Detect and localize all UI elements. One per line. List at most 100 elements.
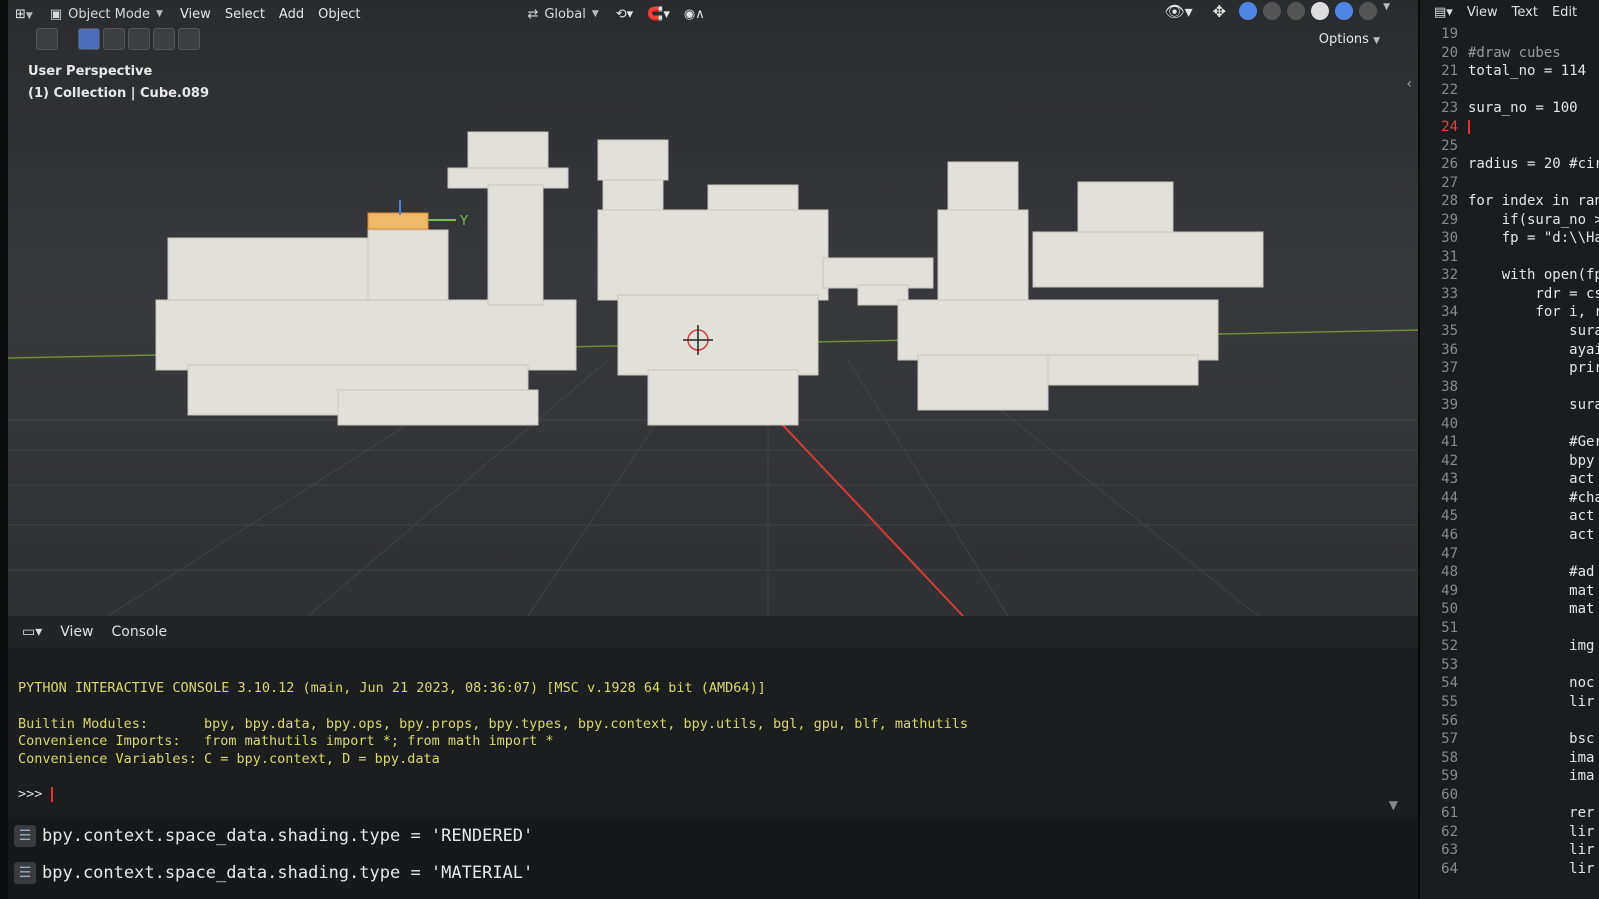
console-editor-type-icon[interactable]: ▭▾ <box>22 624 42 640</box>
code-line[interactable]: 61 rer <box>1420 804 1599 823</box>
solid-shading-icon[interactable] <box>1311 2 1330 20</box>
code-line[interactable]: 54 noc <box>1420 674 1599 693</box>
pivot-icon[interactable]: ⟲▾ <box>609 7 640 22</box>
code-line[interactable]: 47 <box>1420 544 1599 563</box>
snap-icon[interactable]: 🧲▾ <box>640 7 677 22</box>
code-line[interactable]: 46 act <box>1420 526 1599 545</box>
code-line[interactable]: 43 act <box>1420 470 1599 489</box>
code-line[interactable]: 59 ima <box>1420 767 1599 786</box>
options-dropdown[interactable]: Options ▼ <box>1319 32 1380 47</box>
wireframe-shading-icon[interactable] <box>1287 2 1306 20</box>
code-line[interactable]: 35 sura <box>1420 322 1599 341</box>
code-line[interactable]: 48 #ad <box>1420 563 1599 582</box>
line-number: 51 <box>1441 619 1458 636</box>
visibility-icon[interactable]: 👁▾ <box>1157 2 1199 21</box>
select-tool-icon[interactable] <box>36 28 58 50</box>
code-line[interactable]: 40 <box>1420 414 1599 433</box>
code-line[interactable]: 19 <box>1420 25 1599 44</box>
info-log-item[interactable]: ☰ bpy.context.space_data.shading.type = … <box>8 854 1420 891</box>
code-line[interactable]: 20 #draw cubes <box>1420 44 1599 63</box>
code-line[interactable]: 28 for index in ran <box>1420 192 1599 211</box>
select-new-icon[interactable] <box>78 28 100 50</box>
code-line[interactable]: 36 ayai <box>1420 340 1599 359</box>
code-line[interactable]: 45 act <box>1420 507 1599 526</box>
line-code: #draw cubes <box>1468 44 1561 61</box>
code-line[interactable]: 58 ima <box>1420 748 1599 767</box>
code-line[interactable]: 23 sura_no = 100 <box>1420 99 1599 118</box>
chevron-down-icon[interactable]: ▼ <box>1389 798 1398 812</box>
line-number: 61 <box>1441 805 1458 822</box>
line-number: 25 <box>1441 137 1458 154</box>
object-mode-dropdown[interactable]: ▣ Object Mode ▼ <box>40 7 173 22</box>
menu-select[interactable]: Select <box>218 7 272 22</box>
select-intersect-icon[interactable] <box>178 28 200 50</box>
code-line[interactable]: 24 <box>1420 118 1599 137</box>
select-subtract-icon[interactable] <box>128 28 150 50</box>
code-line[interactable]: 56 <box>1420 711 1599 730</box>
code-line[interactable]: 33 rdr = cs <box>1420 285 1599 304</box>
code-line[interactable]: 63 lir <box>1420 841 1599 860</box>
material-shading-icon[interactable] <box>1335 2 1354 20</box>
code-line[interactable]: 39 sura <box>1420 396 1599 415</box>
console-menu-view[interactable]: View <box>60 624 93 640</box>
code-line[interactable]: 38 <box>1420 377 1599 396</box>
text-editor-header: ▤▾ View Text Edit <box>1420 0 1599 24</box>
code-line[interactable]: 25 <box>1420 136 1599 155</box>
rendered-shading-icon[interactable] <box>1359 2 1378 20</box>
chevron-down-icon: ▼ <box>156 9 163 19</box>
console-prompt[interactable]: >>> <box>18 786 1410 804</box>
code-line[interactable]: 53 <box>1420 656 1599 675</box>
line-number: 35 <box>1441 323 1458 340</box>
code-line[interactable]: 29 if(sura_no > <box>1420 210 1599 229</box>
overlay-toggle-icon[interactable] <box>1239 2 1258 20</box>
code-line[interactable]: 37 prir <box>1420 359 1599 378</box>
select-extend-icon[interactable] <box>103 28 125 50</box>
code-line[interactable]: 60 <box>1420 785 1599 804</box>
code-line[interactable]: 27 <box>1420 173 1599 192</box>
sidebar-toggle-icon[interactable]: ‹ <box>1406 76 1412 92</box>
code-line[interactable]: 22 <box>1420 81 1599 100</box>
code-line[interactable]: 26 radius = 20 #cir <box>1420 155 1599 174</box>
code-line[interactable]: 30 fp = "d:\\Ha <box>1420 229 1599 248</box>
line-code: img <box>1468 638 1595 655</box>
code-line[interactable]: 44 #cha <box>1420 489 1599 508</box>
code-line[interactable]: 62 lir <box>1420 823 1599 842</box>
editor-type-icon[interactable]: ⊞▼ <box>8 7 40 22</box>
text-editor[interactable]: ▤▾ View Text Edit 19 20 #draw cubes 21 total… <box>1420 0 1599 899</box>
xray-toggle-icon[interactable] <box>1263 2 1282 20</box>
code-lines[interactable]: 19 20 #draw cubes 21 total_no = 114 22 23 sura_… <box>1420 25 1599 878</box>
info-log-item[interactable]: ☰ bpy.context.space_data.shading.type = … <box>8 817 1420 854</box>
editor-menu-edit[interactable]: Edit <box>1552 5 1577 20</box>
code-line[interactable]: 34 for i, r <box>1420 303 1599 322</box>
console-menu-console[interactable]: Console <box>112 624 168 640</box>
line-code: if(sura_no > <box>1468 211 1599 228</box>
proportional-edit-icon[interactable]: ◉∧ <box>677 7 712 22</box>
menu-object[interactable]: Object <box>311 7 367 22</box>
code-line[interactable]: 49 mat <box>1420 581 1599 600</box>
chevron-down-icon[interactable]: ▼ <box>1383 2 1390 21</box>
code-line[interactable]: 57 bsc <box>1420 730 1599 749</box>
gizmo-toggle-icon[interactable]: ✥ <box>1206 2 1233 21</box>
code-line[interactable]: 50 mat <box>1420 600 1599 619</box>
menu-view[interactable]: View <box>173 7 218 22</box>
console-row: Convenience Imports: from mathutils impor… <box>18 733 554 749</box>
code-line[interactable]: 42 bpy <box>1420 452 1599 471</box>
code-line[interactable]: 51 <box>1420 619 1599 638</box>
code-line[interactable]: 41 #Ger <box>1420 433 1599 452</box>
python-console[interactable]: ▭▾ View Console PYTHON INTERACTIVE CONSO… <box>8 616 1420 899</box>
menu-add[interactable]: Add <box>272 7 311 22</box>
code-line[interactable]: 64 lir <box>1420 860 1599 879</box>
editor-menu-view[interactable]: View <box>1467 5 1498 20</box>
x-axis-red-line <box>777 419 964 616</box>
select-invert-icon[interactable] <box>153 28 175 50</box>
code-line[interactable]: 52 img <box>1420 637 1599 656</box>
code-line[interactable]: 32 with open(fp <box>1420 266 1599 285</box>
editor-menu-text[interactable]: Text <box>1512 5 1538 20</box>
3d-viewport[interactable]: Y ⊞▼ ▣ Object Mode ▼ View Select Add Obj… <box>8 0 1420 616</box>
line-code: for i, r <box>1468 304 1599 321</box>
text-editor-type-icon[interactable]: ▤▾ <box>1434 5 1453 20</box>
code-line[interactable]: 55 lir <box>1420 693 1599 712</box>
code-line[interactable]: 21 total_no = 114 <box>1420 62 1599 81</box>
code-line[interactable]: 31 <box>1420 248 1599 267</box>
orientation-dropdown[interactable]: ⇄ Global ▼ <box>517 7 608 22</box>
